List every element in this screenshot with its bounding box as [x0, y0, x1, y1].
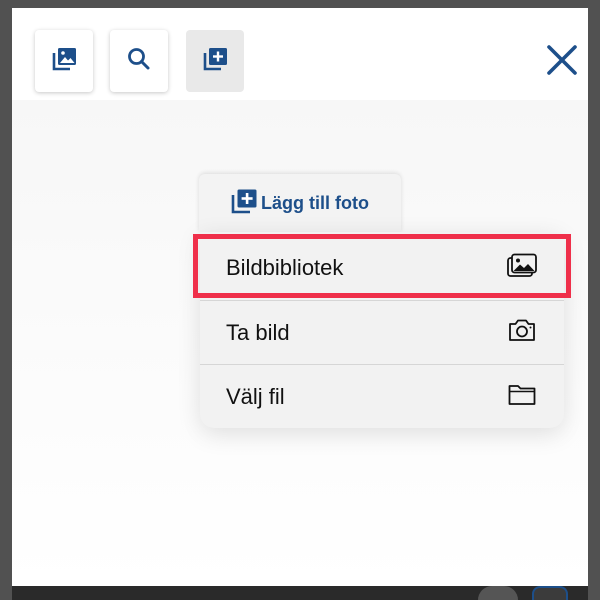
photo-library-icon — [506, 252, 538, 285]
menu-item-label: Välj fil — [226, 383, 285, 409]
menu-item-photo-library[interactable]: Bildbibliotek — [200, 236, 564, 300]
add-photo-popover-header[interactable]: Lägg till foto — [199, 174, 401, 232]
search-button[interactable] — [110, 30, 168, 92]
search-icon — [125, 45, 153, 78]
add-photo-icon — [200, 44, 230, 79]
menu-item-label: Bildbibliotek — [226, 255, 344, 280]
popover-title: Lägg till foto — [261, 192, 369, 213]
background-button-fragment — [532, 586, 568, 600]
close-icon — [545, 43, 579, 82]
menu-item-take-photo[interactable]: Ta bild — [200, 300, 564, 364]
add-photo-icon — [229, 186, 259, 221]
folder-icon — [506, 380, 538, 413]
menu-item-label: Ta bild — [226, 319, 290, 345]
camera-icon — [506, 316, 538, 349]
photo-library-icon — [49, 44, 79, 79]
background-image-fragment — [478, 586, 518, 600]
gallery-button[interactable] — [35, 30, 93, 92]
add-photo-menu: Bildbibliotek Ta bild Välj fil — [200, 232, 564, 428]
app-frame: Lägg till foto Bildbibliotek Ta bild Väl… — [0, 0, 600, 600]
add-photo-button[interactable] — [186, 30, 244, 92]
menu-item-choose-file[interactable]: Välj fil — [200, 364, 564, 428]
close-button[interactable] — [538, 38, 586, 86]
background-image-strip — [12, 586, 588, 600]
